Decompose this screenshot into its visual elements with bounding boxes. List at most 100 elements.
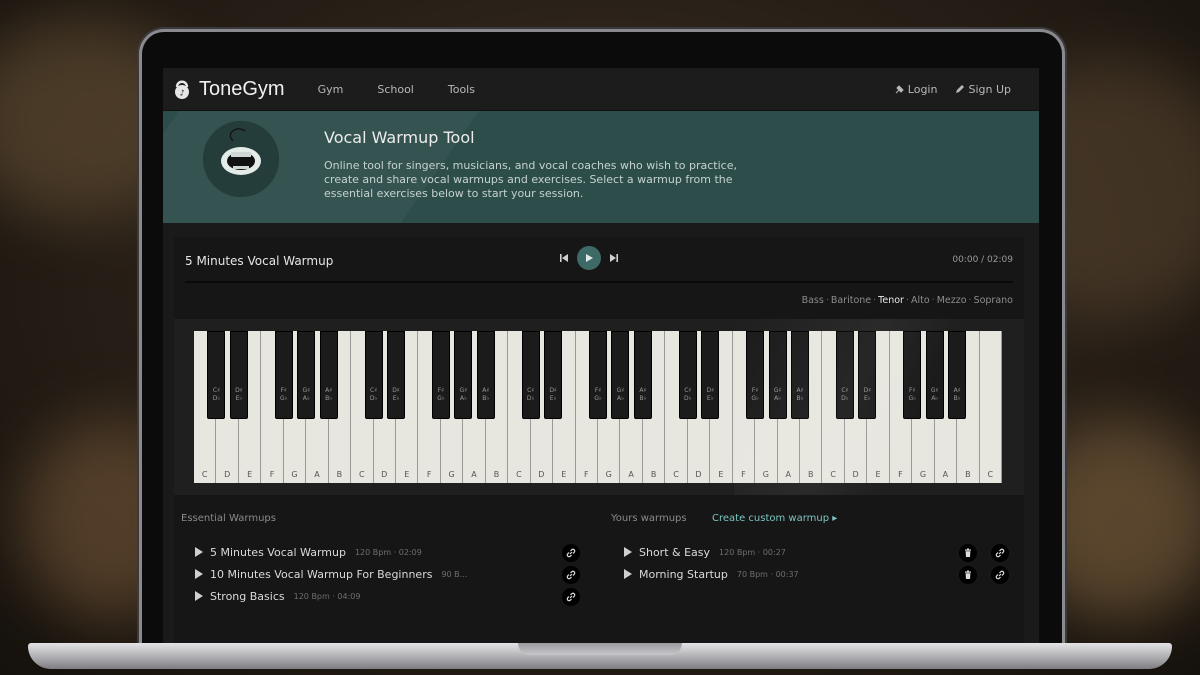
voice-option-mezzo[interactable]: Mezzo [937,295,967,306]
essential-warmups-heading: Essential Warmups [181,513,276,524]
delete-warmup-button[interactable] [959,566,977,584]
share-link-button[interactable] [991,544,1009,562]
voice-option-alto[interactable]: Alto [911,295,930,306]
list-item[interactable]: Short & Easy 120 Bpm · 00:27 [624,544,786,560]
skip-forward-icon[interactable] [609,253,619,263]
svg-text:♪: ♪ [179,89,184,98]
black-key-label: G♯ A♭ [927,387,943,403]
white-key-label: A [942,470,949,479]
white-key-label: B [650,470,657,479]
piano-black-key[interactable]: D♯ E♭ [387,331,405,419]
white-key-label: E [404,470,410,479]
piano-black-key[interactable]: C♯ D♭ [835,331,854,419]
piano-black-key[interactable]: C♯ D♭ [364,331,383,419]
skip-back-icon[interactable] [559,253,569,263]
piano-black-key[interactable]: C♯ D♭ [207,331,226,419]
piano-black-key[interactable]: A♯ B♭ [633,331,652,419]
white-key-label: C [830,470,836,479]
flat-name: G♭ [280,395,288,402]
share-link-button[interactable] [562,566,580,584]
login-link[interactable]: Login [895,83,937,96]
sharp-name: G♯ [773,387,782,394]
create-custom-warmup-link[interactable]: Create custom warmup ▸ [712,513,837,524]
piano-black-key[interactable]: C♯ D♭ [521,331,540,419]
brand-logo[interactable]: ♪ ToneGym [172,78,285,101]
piano-black-key[interactable]: A♯ B♭ [791,331,809,419]
piano-black-key[interactable]: A♯ B♭ [948,331,967,419]
share-link-button[interactable] [562,544,580,562]
piano-black-key[interactable]: F♯ G♭ [274,331,293,419]
white-key-label: C [673,470,679,479]
piano-black-key[interactable]: A♯ B♭ [319,331,338,419]
voice-separator: · [873,295,877,306]
piano-black-key[interactable]: C♯ D♭ [678,331,697,419]
piano-black-key[interactable]: G♯ A♭ [454,331,473,419]
nav-school[interactable]: School [377,83,414,96]
piano-black-key[interactable]: G♯ A♭ [611,331,630,419]
piano-black-key[interactable]: G♯ A♭ [768,331,787,419]
list-item[interactable]: 10 Minutes Vocal Warmup For Beginners 90… [195,566,467,582]
flat-name: A♭ [931,395,939,402]
pencil-icon [956,85,965,93]
list-item[interactable]: 5 Minutes Vocal Warmup 120 Bpm · 02:09 [195,544,422,560]
play-button[interactable] [577,246,601,270]
black-key-label: G♯ A♭ [455,387,471,403]
sharp-name: A♯ [482,387,490,394]
piano-black-key[interactable]: D♯ E♭ [229,331,248,419]
sharp-name: D♯ [392,387,400,394]
hero-banner: Vocal Warmup Tool Online tool for singer… [163,111,1039,223]
voice-option-bass[interactable]: Bass [802,295,824,306]
piano-black-key[interactable]: G♯ A♭ [297,331,316,419]
share-link-button[interactable] [562,588,580,606]
black-key-label: D♯ E♭ [702,387,718,403]
voice-option-tenor[interactable]: Tenor [878,295,904,306]
list-item[interactable]: Morning Startup 70 Bpm · 00:37 [624,566,799,582]
piano-black-key[interactable]: G♯ A♭ [925,331,944,419]
piano-black-key[interactable]: F♯ G♭ [903,331,922,419]
progress-bar[interactable] [185,281,1013,283]
black-key-label: A♯ B♭ [321,387,337,403]
flat-name: D♭ [526,395,535,402]
sharp-name: C♯ [684,387,692,394]
piano-white-key[interactable]: C [979,331,1002,483]
warmup-name: Morning Startup [639,567,728,581]
login-icon [895,85,904,94]
create-custom-warmup-label: Create custom warmup [712,513,830,524]
white-key-label: D [538,470,545,479]
voice-option-baritone[interactable]: Baritone [831,295,871,306]
trash-icon [965,548,971,557]
white-key-label: D [381,470,388,479]
warmup-player: 5 Minutes Vocal Warmup 00:00 / 02:09 Bas… [174,237,1024,643]
piano-black-key[interactable]: F♯ G♭ [431,331,450,419]
piano-black-key[interactable]: F♯ G♭ [746,331,765,419]
voice-option-soprano[interactable]: Soprano [974,295,1013,306]
black-key-label: D♯ E♭ [859,387,875,403]
voice-separator: · [968,295,972,306]
black-key-label: A♯ B♭ [635,387,651,403]
play-triangle-icon [195,591,203,601]
list-item[interactable]: Strong Basics 120 Bpm · 04:09 [195,588,360,604]
piano-black-key[interactable]: F♯ G♭ [589,331,607,419]
flat-name: A♭ [774,395,782,402]
nav-tools[interactable]: Tools [448,83,475,96]
piano-black-key[interactable]: A♯ B♭ [476,331,495,419]
share-link-button[interactable] [991,566,1009,584]
signup-link[interactable]: Sign Up [955,83,1011,96]
white-key-label: G [762,470,769,479]
auth-links: Login Sign Up [877,68,1011,110]
nav-gym[interactable]: Gym [318,83,344,96]
flat-name: D♭ [369,395,378,402]
piano-black-key[interactable]: D♯ E♭ [544,331,563,419]
white-key-label: C [516,470,522,479]
sharp-name: G♯ [459,387,468,394]
brand-name: ToneGym [199,77,285,100]
piano-black-key[interactable]: D♯ E♭ [858,331,877,419]
sharp-name: F♯ [909,387,916,394]
delete-warmup-button[interactable] [959,544,977,562]
link-icon [995,548,1005,558]
piano-black-key[interactable]: D♯ E♭ [701,331,720,419]
warmup-name: Short & Easy [639,545,711,559]
flat-name: A♭ [459,395,467,402]
app-screen: ♪ ToneGym Gym School Tools Login Sign Up [163,68,1039,643]
mouth-illustration [203,121,279,197]
